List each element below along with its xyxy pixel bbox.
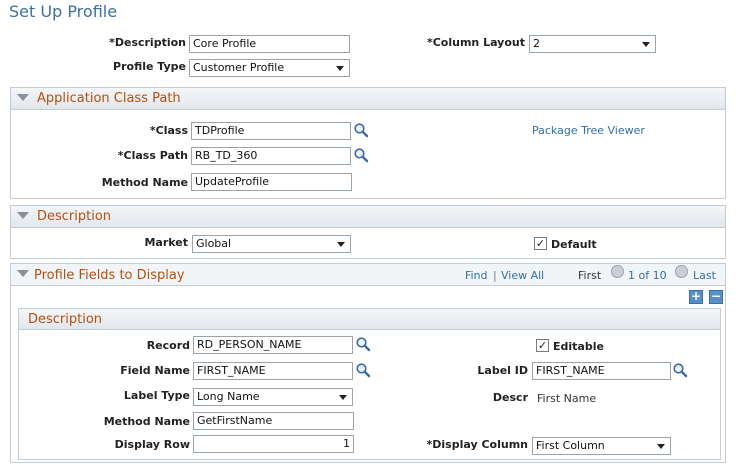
- inner-description-header: Description: [19, 309, 720, 330]
- magnifier-lookup-icon[interactable]: [672, 362, 688, 378]
- label-id-input[interactable]: FIRST_NAME: [532, 362, 671, 380]
- field-name-input[interactable]: FIRST_NAME: [193, 362, 353, 380]
- column-layout-select[interactable]: 2: [529, 35, 656, 53]
- next-arrow-icon[interactable]: [675, 265, 688, 278]
- display-column-label: *Display Column: [426, 438, 528, 451]
- default-label: Default: [551, 238, 597, 251]
- chevron-down-icon: [336, 66, 344, 71]
- description-label: *Description: [109, 36, 186, 49]
- check-icon: ✓: [537, 339, 548, 352]
- class-label: *Class: [149, 124, 188, 137]
- chevron-down-icon: [339, 395, 347, 400]
- add-row-button[interactable]: +: [689, 290, 703, 304]
- check-icon: ✓: [535, 237, 546, 250]
- method-name-label: Method Name: [101, 176, 188, 189]
- last-link[interactable]: Last: [693, 269, 716, 282]
- column-layout-label: *Column Layout: [426, 36, 525, 49]
- inner-method-name-input[interactable]: GetFirstName: [193, 412, 354, 430]
- class-path-label: *Class Path: [117, 149, 188, 162]
- page-title: Set Up Profile: [9, 2, 118, 21]
- chevron-down-icon: [642, 42, 650, 47]
- description-section: Description: [10, 205, 726, 259]
- delete-row-button[interactable]: −: [709, 290, 723, 304]
- profile-fields-title: Profile Fields to Display: [34, 268, 185, 283]
- descr-value: First Name: [537, 392, 597, 405]
- display-column-select[interactable]: First Column: [532, 437, 671, 455]
- application-class-path-title: Application Class Path: [37, 91, 181, 106]
- editable-label: Editable: [553, 340, 604, 353]
- editable-checkbox[interactable]: ✓: [536, 339, 549, 352]
- magnifier-lookup-icon[interactable]: [353, 147, 369, 163]
- chevron-down-icon: [337, 242, 345, 247]
- view-all-link[interactable]: View All: [501, 269, 544, 282]
- previous-arrow-icon[interactable]: [611, 265, 624, 278]
- field-name-label: Field Name: [120, 364, 190, 377]
- display-row-input[interactable]: 1: [193, 435, 354, 453]
- method-name-input[interactable]: UpdateProfile: [191, 173, 352, 191]
- display-column-value: First Column: [536, 439, 605, 452]
- label-type-label: Label Type: [123, 389, 190, 402]
- first-label: First: [578, 269, 602, 282]
- label-type-value: Long Name: [197, 390, 260, 403]
- market-label: Market: [144, 236, 188, 249]
- collapse-triangle-icon[interactable]: [17, 270, 29, 277]
- label-id-label: Label ID: [477, 364, 528, 377]
- inner-description-title: Description: [28, 312, 103, 327]
- collapse-triangle-icon[interactable]: [17, 94, 29, 101]
- link-separator: |: [493, 269, 497, 282]
- record-input[interactable]: RD_PERSON_NAME: [193, 336, 353, 354]
- description-section-header[interactable]: Description: [11, 206, 725, 228]
- record-label: Record: [146, 339, 190, 352]
- row-range-text: 1 of 10: [628, 269, 667, 282]
- package-tree-viewer-link[interactable]: Package Tree Viewer: [532, 124, 645, 137]
- find-link[interactable]: Find: [465, 269, 488, 282]
- collapse-triangle-icon[interactable]: [17, 212, 29, 219]
- magnifier-lookup-icon[interactable]: [355, 336, 371, 352]
- description-input[interactable]: Core Profile: [189, 35, 350, 53]
- profile-type-value: Customer Profile: [193, 61, 285, 74]
- label-type-select[interactable]: Long Name: [193, 388, 353, 406]
- application-class-path-header[interactable]: Application Class Path: [11, 88, 725, 110]
- display-row-label: Display Row: [114, 438, 190, 451]
- market-value: Global: [196, 237, 232, 250]
- class-input[interactable]: TDProfile: [191, 122, 351, 140]
- class-path-input[interactable]: RB_TD_360: [191, 147, 351, 165]
- magnifier-lookup-icon[interactable]: [353, 122, 369, 138]
- column-layout-value: 2: [533, 37, 540, 50]
- profile-type-label: Profile Type: [113, 60, 186, 73]
- chevron-down-icon: [657, 444, 665, 449]
- default-checkbox[interactable]: ✓: [534, 237, 547, 250]
- descr-label: Descr: [492, 391, 528, 404]
- inner-method-name-label: Method Name: [103, 415, 190, 428]
- description-section-title: Description: [37, 209, 112, 224]
- profile-type-select[interactable]: Customer Profile: [189, 59, 350, 77]
- magnifier-lookup-icon[interactable]: [355, 362, 371, 378]
- market-select[interactable]: Global: [192, 235, 351, 253]
